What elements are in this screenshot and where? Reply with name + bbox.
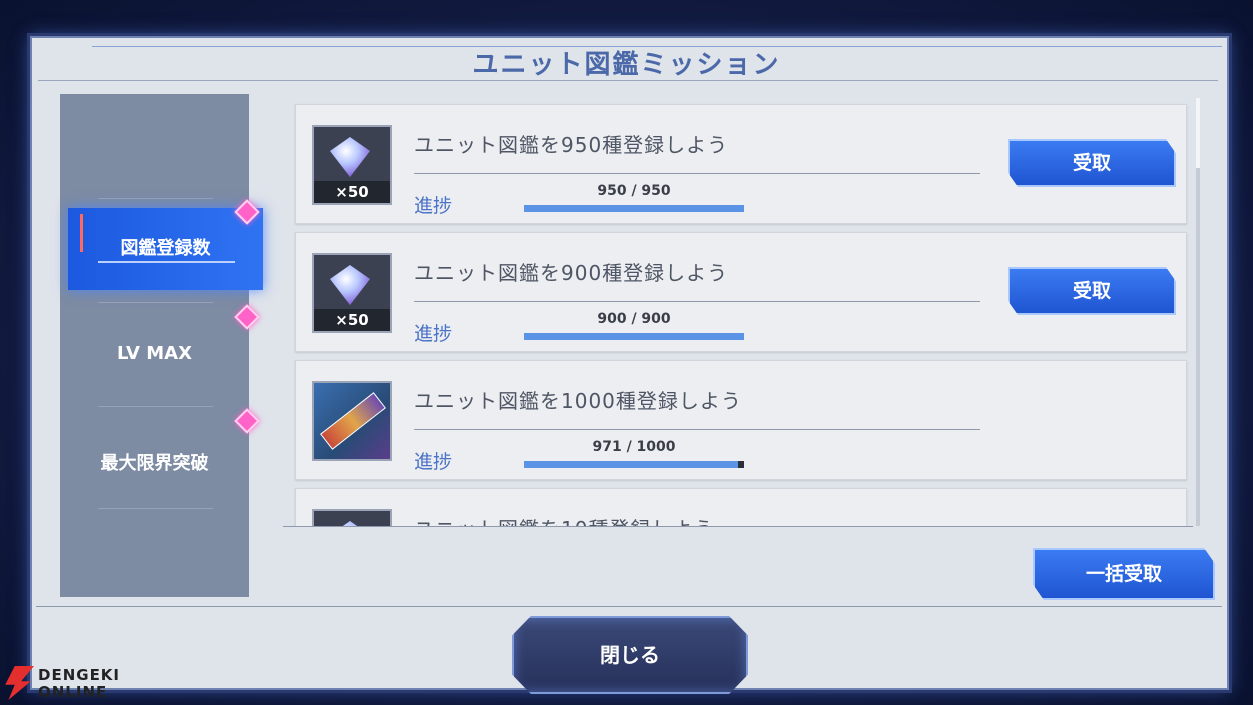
progress-label: 進捗 [414, 323, 453, 345]
dengeki-online-logo: DENGEKI ONLINE [2, 664, 132, 704]
progress-bar [524, 333, 744, 340]
sidebar-item-limit-break[interactable]: 最大限界突破 [60, 449, 249, 475]
mission-title: ユニット図鑑を10種登録しよう [414, 513, 714, 526]
logo-text-line2: ONLINE [38, 683, 108, 701]
mission-row: ×50 ユニット図鑑を900種登録しよう 進捗 900 / 900 受取 [295, 232, 1187, 352]
sidebar-item-lv-max[interactable]: LV MAX [60, 343, 249, 364]
mission-divider [414, 301, 980, 302]
footer-divider [36, 606, 1222, 607]
reward-item: ×50 [312, 125, 392, 205]
mission-divider [414, 429, 980, 430]
progress-label: 進捗 [414, 451, 453, 473]
sidebar-divider [98, 508, 213, 509]
mission-row: ユニット図鑑を1000種登録しよう 進捗 971 / 1000 [295, 360, 1187, 480]
diamond-gem-icon [330, 137, 370, 177]
diamond-gem-icon [330, 265, 370, 305]
progress-value: 900 / 900 [597, 311, 671, 327]
mission-divider [414, 173, 980, 174]
progress-value: 971 / 1000 [592, 439, 676, 455]
logo-text-line1: DENGEKI [38, 666, 121, 684]
progress-bar [524, 205, 744, 212]
receive-button[interactable]: 受取 [1008, 267, 1176, 315]
progress-fill [524, 333, 744, 340]
receive-button[interactable]: 受取 [1008, 139, 1176, 187]
reward-item [312, 509, 392, 526]
mission-title: ユニット図鑑を1000種登録しよう [414, 389, 742, 413]
mission-title: ユニット図鑑を900種登録しよう [414, 261, 729, 285]
active-underline [98, 261, 235, 263]
bulk-receive-button[interactable]: 一括受取 [1033, 548, 1215, 600]
mission-title: ユニット図鑑を950種登録しよう [414, 133, 729, 157]
sidebar-divider [98, 406, 213, 407]
mission-list[interactable]: ×50 ユニット図鑑を950種登録しよう 進捗 950 / 950 受取 ×50… [283, 94, 1203, 526]
close-button[interactable]: 閉じる [512, 616, 748, 694]
dialog-title: ユニット図鑑ミッション [472, 50, 781, 80]
progress-fill [524, 461, 738, 468]
reward-quantity: ×50 [314, 181, 390, 203]
sidebar-divider [98, 198, 213, 199]
lightning-bolt-icon [5, 666, 34, 700]
reward-item [312, 381, 392, 461]
progress-value: 950 / 950 [597, 183, 671, 199]
reward-item: ×50 [312, 253, 392, 333]
progress-bar [524, 461, 744, 468]
sidebar-item-registration-count[interactable]: 図鑑登録数 [68, 208, 263, 290]
progress-fill [524, 205, 744, 212]
mission-row: ×50 ユニット図鑑を950種登録しよう 進捗 950 / 950 受取 [295, 104, 1187, 224]
title-divider [38, 80, 1218, 81]
sidebar-item-label: 図鑑登録数 [120, 238, 211, 259]
progress-label: 進捗 [414, 195, 453, 217]
scrollbar-thumb[interactable] [1196, 98, 1200, 168]
scrollbar[interactable] [1196, 98, 1200, 526]
sidebar-divider [98, 302, 213, 303]
mission-row: ユニット図鑑を10種登録しよう [295, 488, 1187, 526]
list-bottom-divider [283, 526, 1193, 527]
reward-quantity: ×50 [314, 309, 390, 331]
